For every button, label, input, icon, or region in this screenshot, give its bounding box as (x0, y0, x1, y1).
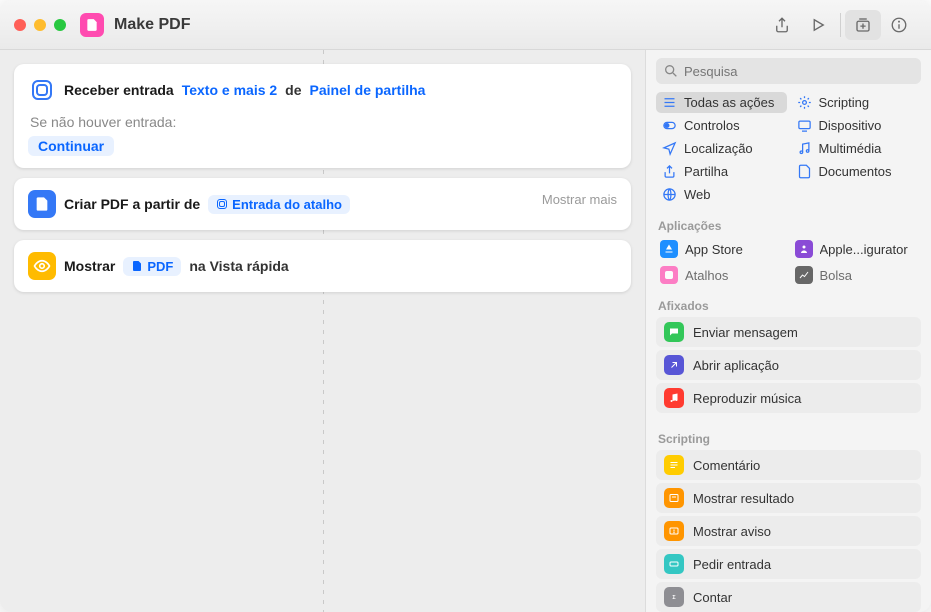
traffic-lights (14, 19, 66, 31)
category-scripting[interactable]: Scripting (791, 92, 922, 113)
pinned-play-music[interactable]: Reproduzir música (656, 383, 921, 413)
section-scripting-label: Scripting (646, 426, 931, 450)
scripting-comment[interactable]: Comentário (656, 450, 921, 480)
run-button[interactable] (800, 10, 836, 40)
info-button[interactable] (881, 10, 917, 40)
app-label: Atalhos (685, 268, 728, 283)
shortcut-input-icon (28, 76, 56, 104)
search-input[interactable] (656, 58, 921, 84)
app-appstore[interactable]: App Store (656, 237, 787, 261)
category-sharing[interactable]: Partilha (656, 161, 787, 182)
category-label: Multimédia (819, 141, 882, 156)
category-label: Dispositivo (819, 118, 882, 133)
scripting-show-alert[interactable]: Mostrar aviso (656, 516, 921, 546)
category-label: Localização (684, 141, 753, 156)
scripting-count[interactable]: Σ Contar (656, 582, 921, 612)
app-label: App Store (685, 242, 743, 257)
stocks-icon (795, 266, 813, 284)
library-toggle-button[interactable] (845, 10, 881, 40)
show-result-icon (664, 488, 684, 508)
list-item-label: Enviar mensagem (693, 325, 798, 340)
music-icon (664, 388, 684, 408)
shortcuts-icon (660, 266, 678, 284)
list-item-label: Contar (693, 590, 732, 605)
category-label: Web (684, 187, 711, 202)
action-label: Mostrar (64, 258, 115, 274)
ask-input-icon (664, 554, 684, 574)
list-item-label: Mostrar aviso (693, 524, 771, 539)
window-title: Make PDF (114, 16, 190, 34)
message-icon (664, 322, 684, 342)
token-label: PDF (147, 259, 173, 274)
svg-text:Σ: Σ (672, 595, 676, 601)
show-more-button[interactable]: Mostrar mais (542, 192, 617, 207)
count-icon: Σ (664, 587, 684, 607)
category-label: Todas as ações (684, 95, 774, 110)
category-label: Partilha (684, 164, 728, 179)
quick-look-source-token[interactable]: PDF (123, 257, 181, 276)
app-label: Bolsa (820, 268, 853, 283)
category-grid: Todas as ações Scripting Controlos Dispo… (646, 88, 931, 213)
shortcut-editor[interactable]: Receber entrada Texto e mais 2 de Painel… (0, 50, 645, 612)
open-app-icon (664, 355, 684, 375)
category-media[interactable]: Multimédia (791, 138, 922, 159)
action-suffix: na Vista rápida (189, 258, 288, 274)
list-item-label: Reproduzir música (693, 391, 801, 406)
category-device[interactable]: Dispositivo (791, 115, 922, 136)
eye-icon (28, 252, 56, 280)
share-button[interactable] (764, 10, 800, 40)
list-item-label: Abrir aplicação (693, 358, 779, 373)
comment-icon (664, 455, 684, 475)
section-pinned-label: Afixados (646, 293, 931, 317)
category-label: Scripting (819, 95, 870, 110)
scripting-ask-input[interactable]: Pedir entrada (656, 549, 921, 579)
list-item-label: Pedir entrada (693, 557, 771, 572)
alert-icon (664, 521, 684, 541)
no-input-label: Se não houver entrada: (28, 114, 617, 130)
category-documents[interactable]: Documentos (791, 161, 922, 182)
app-label: Apple...igurator (820, 242, 908, 257)
action-label: Receber entrada (64, 82, 174, 98)
close-button[interactable] (14, 19, 26, 31)
pinned-open-app[interactable]: Abrir aplicação (656, 350, 921, 380)
shortcut-icon (80, 13, 104, 37)
category-label: Documentos (819, 164, 892, 179)
action-label: Criar PDF a partir de (64, 196, 200, 212)
category-label: Controlos (684, 118, 740, 133)
category-web[interactable]: Web (656, 184, 787, 205)
pdf-source-token[interactable]: Entrada do atalho (208, 195, 350, 214)
app-shortcuts[interactable]: Atalhos (656, 263, 787, 287)
token-label: Entrada do atalho (232, 197, 342, 212)
category-all-actions[interactable]: Todas as ações (656, 92, 787, 113)
minimize-button[interactable] (34, 19, 46, 31)
app-configurator[interactable]: Apple...igurator (791, 237, 922, 261)
list-item-label: Mostrar resultado (693, 491, 794, 506)
scripting-show-result[interactable]: Mostrar resultado (656, 483, 921, 513)
input-source-token[interactable]: Painel de partilha (310, 82, 426, 98)
appstore-icon (660, 240, 678, 258)
action-receive-input[interactable]: Receber entrada Texto e mais 2 de Painel… (14, 64, 631, 168)
category-controls[interactable]: Controlos (656, 115, 787, 136)
no-input-behavior-token[interactable]: Continuar (28, 136, 114, 156)
document-icon (28, 190, 56, 218)
window-toolbar: Make PDF (0, 0, 931, 50)
pinned-send-message[interactable]: Enviar mensagem (656, 317, 921, 347)
list-item-label: Comentário (693, 458, 760, 473)
section-apps-label: Aplicações (646, 213, 931, 237)
input-types-token[interactable]: Texto e mais 2 (182, 82, 277, 98)
configurator-icon (795, 240, 813, 258)
action-conjunction: de (285, 82, 301, 98)
category-location[interactable]: Localização (656, 138, 787, 159)
maximize-button[interactable] (54, 19, 66, 31)
action-quick-look[interactable]: Mostrar PDF na Vista rápida (14, 240, 631, 292)
app-stocks[interactable]: Bolsa (791, 263, 922, 287)
library-sidebar: Todas as ações Scripting Controlos Dispo… (645, 50, 931, 612)
action-make-pdf[interactable]: Mostrar mais Criar PDF a partir de Entra… (14, 178, 631, 230)
